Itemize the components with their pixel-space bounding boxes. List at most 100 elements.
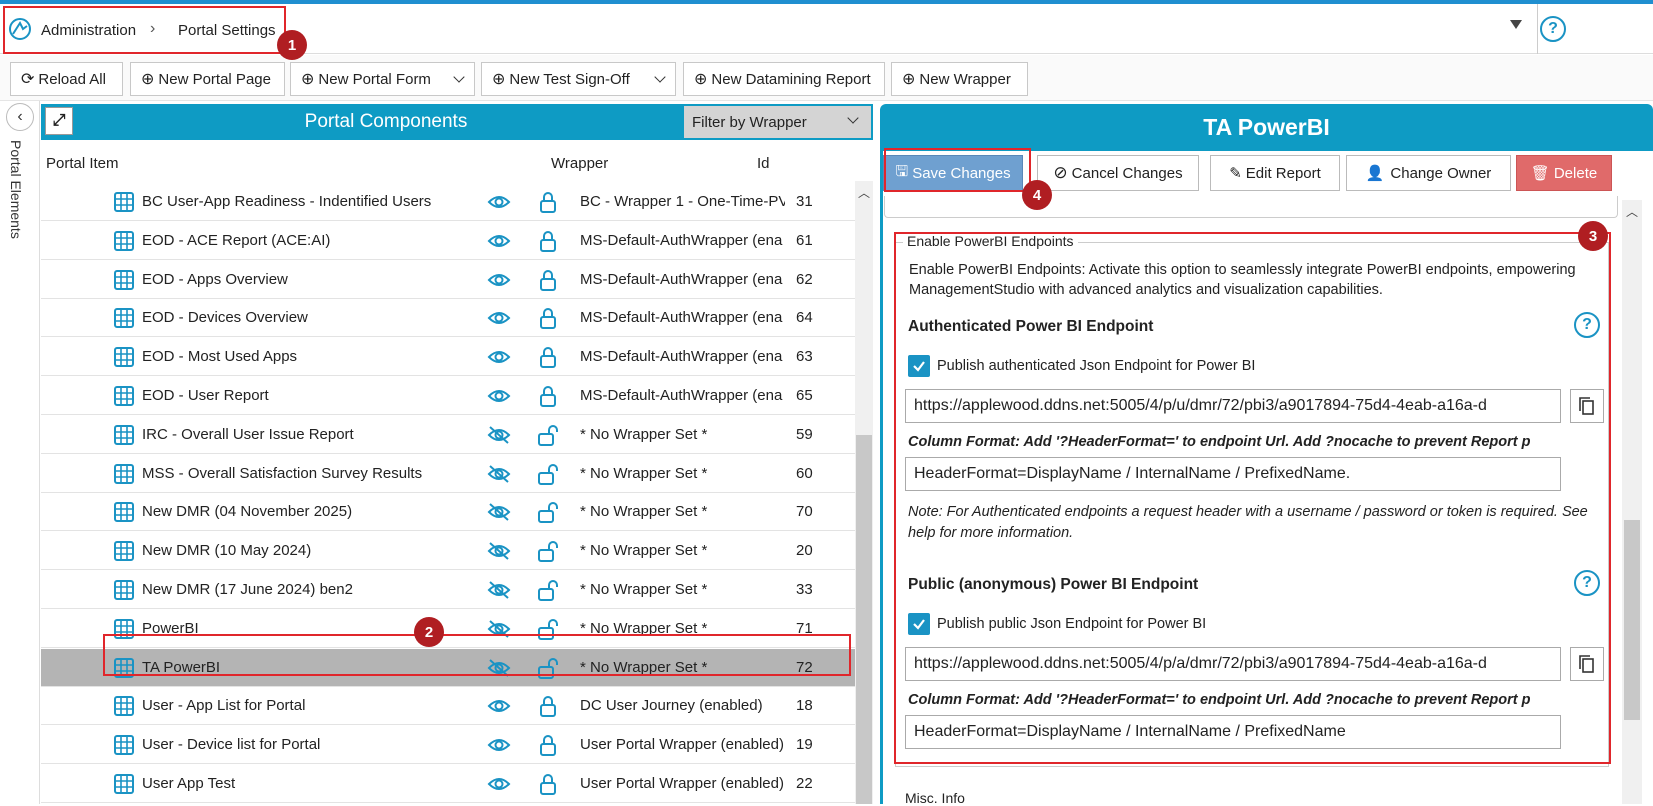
hidden-eye-icon[interactable] (487, 425, 511, 445)
lock-icon[interactable] (537, 306, 559, 330)
scroll-up-icon[interactable]: ︿ (1626, 203, 1638, 220)
report-grid-icon (114, 502, 134, 523)
new-portal-page-button[interactable]: ⊕ New Portal Page (130, 62, 285, 96)
portal-item-name: MSS - Overall Satisfaction Survey Result… (142, 464, 423, 482)
portal-elements-tab[interactable]: Portal Elements (8, 140, 24, 239)
hidden-eye-icon[interactable] (487, 541, 511, 561)
table-row[interactable]: BC User-App Readiness - Indentified User… (41, 183, 855, 221)
components-scroll-thumb[interactable] (856, 435, 872, 804)
new-test-signoff-button[interactable]: ⊕ New Test Sign-Off (481, 62, 645, 96)
table-row[interactable]: EOD - ACE Report (ACE:AI) MS-Default-Auth… (41, 222, 855, 260)
user-icon: 👤 (1365, 165, 1385, 182)
unlock-icon[interactable] (537, 500, 559, 524)
unlock-icon[interactable] (537, 539, 559, 563)
table-row[interactable]: User App Test User Portal Wrapper (enable… (41, 765, 855, 803)
hidden-eye-icon[interactable] (487, 580, 511, 600)
portal-item-wrapper: MS-Default-AuthWrapper (ena (580, 231, 783, 249)
filter-by-wrapper-select[interactable]: Filter by Wrapper (684, 106, 871, 138)
portal-item-id: 62 (796, 270, 813, 288)
lock-icon[interactable] (537, 345, 559, 369)
table-row[interactable]: New DMR (10 May 2024) * No Wrapper Set * 2… (41, 532, 855, 571)
new-datamining-report-button[interactable]: ⊕ New Datamining Report (683, 62, 885, 96)
lock-icon[interactable] (537, 733, 559, 757)
visible-eye-icon[interactable] (487, 308, 511, 328)
visible-eye-icon[interactable] (487, 192, 511, 212)
table-row[interactable]: EOD - User Report MS-Default-AuthWrapper … (41, 377, 855, 415)
report-grid-icon (114, 580, 134, 600)
visible-eye-icon[interactable] (487, 774, 511, 794)
new-test-signoff-dropdown[interactable] (644, 62, 676, 96)
portal-item-id: 31 (796, 193, 813, 210)
previous-section-box (884, 196, 1618, 218)
unlock-icon[interactable] (537, 578, 559, 602)
lock-icon[interactable] (537, 694, 559, 718)
help-icon[interactable]: ? (1540, 16, 1566, 42)
portal-item-wrapper: * No Wrapper Set * (580, 464, 708, 482)
lock-icon[interactable] (537, 229, 559, 253)
table-row[interactable]: EOD - Devices Overview MS-Default-AuthWra… (41, 299, 855, 338)
new-wrapper-button[interactable]: ⊕ New Wrapper (891, 62, 1028, 96)
hidden-eye-icon[interactable] (487, 502, 511, 522)
components-title: Portal Components (304, 111, 468, 132)
column-header-item[interactable]: Portal Item (46, 146, 119, 180)
lock-icon[interactable] (537, 384, 559, 408)
unlock-icon[interactable] (537, 462, 559, 486)
portal-item-wrapper: * No Wrapper Set * (580, 581, 708, 598)
table-row[interactable]: IRC - Overall User Issue Report * No Wrap… (41, 416, 855, 454)
dropdown-arrow-icon[interactable] (1510, 20, 1522, 29)
column-header-id[interactable]: Id (757, 146, 770, 180)
new-portal-form-dropdown[interactable] (443, 62, 475, 96)
table-row[interactable]: User - App List for Portal DC User Journe… (41, 687, 855, 726)
trash-icon: 🗑 (1530, 165, 1550, 182)
change-owner-button[interactable]: 👤 Change Owner (1346, 155, 1511, 191)
chevron-left-icon: ‹ (17, 108, 23, 125)
unlock-icon[interactable] (537, 423, 559, 447)
report-grid-icon (114, 774, 134, 794)
table-row[interactable]: New DMR (04 November 2025) * No Wrapper S… (41, 493, 855, 532)
divider (1537, 4, 1538, 54)
expand-icon[interactable]: ⤢ (45, 107, 73, 135)
table-row[interactable]: New DMR (17 June 2024) ben2 * No Wrapper … (41, 571, 855, 609)
report-grid-icon (114, 463, 134, 484)
portal-item-name: IRC - Overall User Issue Report (142, 425, 354, 443)
visible-eye-icon[interactable] (487, 347, 511, 367)
visible-eye-icon[interactable] (487, 386, 511, 406)
cancel-icon: ⊘ (1053, 163, 1068, 182)
collapse-sidebar-button[interactable]: ‹ (6, 103, 34, 131)
visible-eye-icon[interactable] (487, 735, 511, 755)
portal-item-wrapper: User Portal Wrapper (enabled) (580, 775, 784, 792)
visible-eye-icon[interactable] (487, 231, 511, 251)
portal-item-wrapper: BC - Wrapper 1 - One-Time-PV (580, 193, 785, 210)
visible-eye-icon[interactable] (487, 270, 511, 290)
pencil-icon: ✎ (1229, 165, 1242, 182)
add-icon: ⊕ (141, 71, 155, 88)
add-icon: ⊕ (301, 71, 315, 88)
scroll-up-icon[interactable]: ︿ (858, 184, 870, 201)
column-header-wrapper[interactable]: Wrapper (551, 146, 608, 180)
visible-eye-icon[interactable] (487, 696, 511, 716)
lock-icon[interactable] (537, 190, 559, 214)
lock-icon[interactable] (537, 772, 559, 796)
table-row[interactable]: EOD - Apps Overview MS-Default-AuthWrappe… (41, 261, 855, 299)
add-icon: ⊕ (902, 71, 916, 88)
detail-scroll-thumb[interactable] (1624, 520, 1640, 720)
report-grid-icon (114, 192, 134, 212)
chevron-down-icon (847, 112, 859, 124)
table-row[interactable]: MSS - Overall Satisfaction Survey Result… (41, 455, 855, 493)
portal-item-wrapper: MS-Default-AuthWrapper (ena (580, 270, 783, 288)
delete-button[interactable]: 🗑 Delete (1516, 155, 1612, 191)
portal-item-wrapper: * No Wrapper Set * (580, 542, 708, 560)
portal-item-name: EOD - Apps Overview (142, 270, 288, 288)
lock-icon[interactable] (537, 268, 559, 292)
annotation-badge-1: 1 (277, 30, 307, 60)
table-row[interactable]: User - Device list for Portal User Portal… (41, 726, 855, 765)
cancel-changes-button[interactable]: ⊘ Cancel Changes (1037, 155, 1199, 191)
edit-report-button[interactable]: ✎ Edit Report (1210, 155, 1340, 191)
hidden-eye-icon[interactable] (487, 464, 511, 484)
table-row[interactable]: EOD - Most Used Apps MS-Default-AuthWrapp… (41, 338, 855, 377)
chevron-down-icon (653, 71, 666, 83)
new-portal-form-button[interactable]: ⊕ New Portal Form (290, 62, 444, 96)
portal-item-name: BC User-App Readiness - Indentified User… (142, 193, 432, 210)
report-grid-icon (114, 230, 134, 251)
reload-all-button[interactable]: ⟳ Reload All (10, 62, 123, 96)
